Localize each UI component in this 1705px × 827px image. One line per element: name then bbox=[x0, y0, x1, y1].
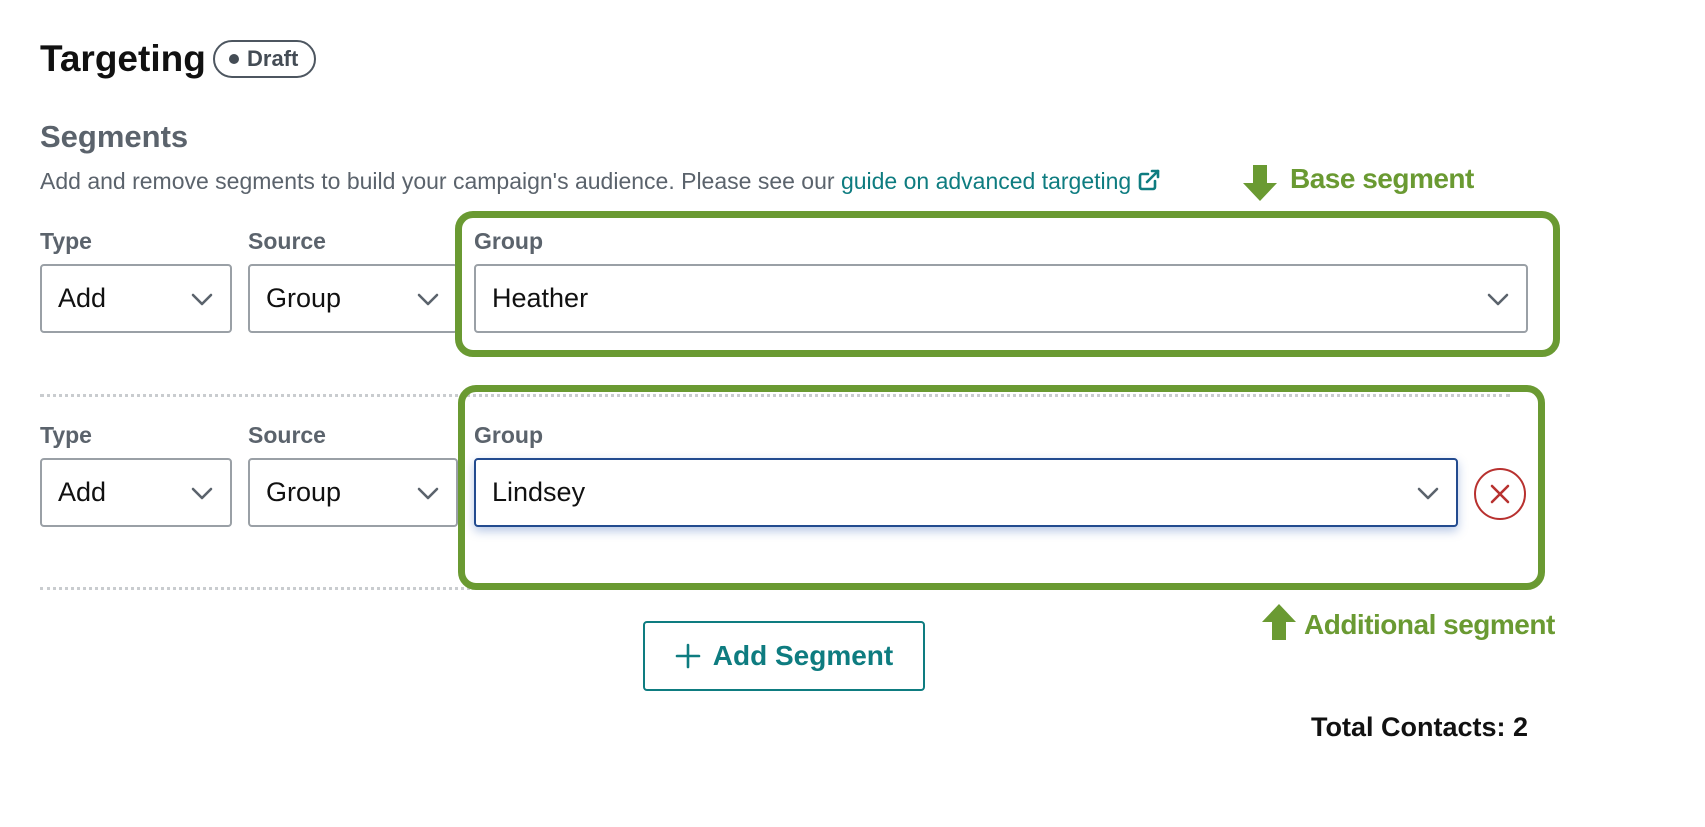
segment-divider bbox=[40, 587, 470, 590]
source-label: Source bbox=[248, 228, 326, 254]
source-label: Source bbox=[248, 422, 326, 448]
advanced-targeting-guide-link[interactable]: guide on advanced targeting bbox=[841, 168, 1161, 194]
type-label: Type bbox=[40, 228, 92, 254]
segments-heading: Segments bbox=[40, 119, 189, 154]
description-text: Add and remove segments to build your ca… bbox=[40, 168, 841, 194]
chevron-down-icon bbox=[191, 293, 213, 305]
base-segment-highlight bbox=[455, 211, 1560, 357]
status-badge-label: Draft bbox=[247, 46, 299, 71]
arrow-down-icon bbox=[1243, 165, 1277, 201]
external-link-icon bbox=[1138, 169, 1160, 191]
additional-segment-highlight bbox=[458, 385, 1545, 590]
plus-icon bbox=[675, 643, 701, 669]
page-title: Targeting bbox=[40, 38, 206, 79]
source-select-value: Group bbox=[266, 477, 342, 507]
total-contacts: Total Contacts: 2 bbox=[1310, 712, 1528, 742]
status-dot-icon bbox=[229, 54, 239, 64]
source-select[interactable]: Group bbox=[248, 458, 458, 527]
arrow-up-icon bbox=[1262, 604, 1296, 640]
guide-link-label: guide on advanced targeting bbox=[840, 168, 1132, 194]
type-select[interactable]: Add bbox=[40, 264, 232, 333]
add-segment-button[interactable]: Add Segment bbox=[643, 621, 925, 691]
type-select[interactable]: Add bbox=[40, 458, 232, 527]
source-select-value: Group bbox=[266, 283, 342, 313]
chevron-down-icon bbox=[191, 487, 213, 499]
status-badge: Draft bbox=[213, 40, 317, 78]
segments-description: Add and remove segments to build your ca… bbox=[40, 168, 1161, 195]
additional-segment-annotation: Additional segment bbox=[1304, 609, 1555, 640]
source-select[interactable]: Group bbox=[248, 264, 458, 333]
base-segment-annotation: Base segment bbox=[1290, 163, 1474, 194]
chevron-down-icon bbox=[417, 293, 439, 305]
type-label: Type bbox=[40, 422, 92, 448]
chevron-down-icon bbox=[417, 487, 439, 499]
add-segment-label: Add Segment bbox=[712, 640, 894, 671]
type-select-value: Add bbox=[58, 283, 107, 313]
type-select-value: Add bbox=[58, 477, 107, 507]
